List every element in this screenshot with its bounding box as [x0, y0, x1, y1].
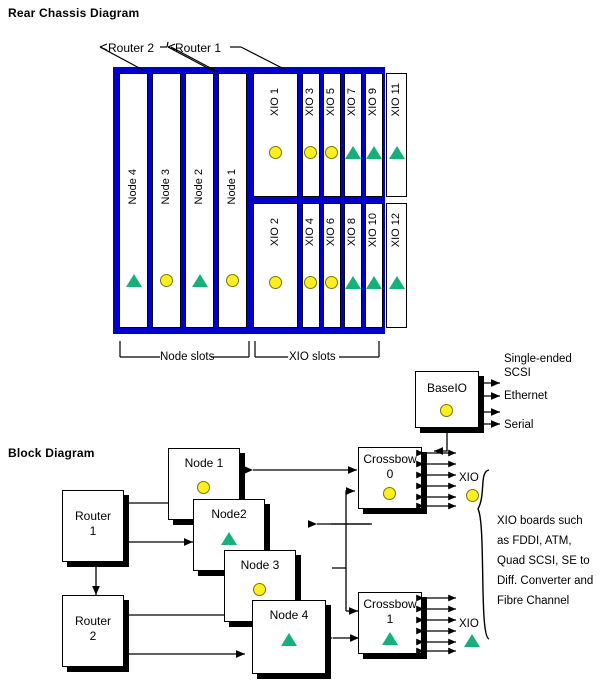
xio-note: XIO boards such as FDDI, ATM, Quad SCSI,… — [497, 511, 609, 611]
marker-triangle-icon — [382, 632, 398, 645]
chassis-slot-xio-11[interactable]: XIO 11 — [386, 73, 407, 197]
chassis-slot-label: Node 2 — [192, 169, 205, 205]
brace-label-node-slots: Node slots — [160, 351, 215, 363]
marker-triangle-icon — [388, 276, 405, 289]
marker-circle-icon — [304, 146, 317, 159]
xio-note-line: XIO boards such — [497, 515, 583, 527]
block-label: Node 3 — [240, 558, 280, 572]
chassis-slot-xio-2[interactable]: XIO 2 — [253, 203, 298, 328]
callout-label-router-2: Router 2 — [108, 41, 155, 55]
chassis-slot-xio-4[interactable]: XIO 4 — [302, 203, 320, 328]
block-label: Node 1 — [184, 456, 224, 470]
page-title-rear-chassis: Rear Chassis Diagram — [8, 6, 140, 20]
chassis-slot-label: XIO 2 — [268, 218, 281, 247]
marker-circle-icon — [253, 583, 266, 596]
marker-circle-icon — [268, 146, 282, 159]
xio-tag-label-bottom: XIO — [459, 618, 479, 630]
chassis-slot-label: XIO 6 — [325, 218, 337, 247]
chassis-slot-label: Node 1 — [225, 169, 238, 205]
marker-triangle-icon — [345, 146, 361, 159]
block-label-line2: 1 — [386, 612, 394, 626]
chassis-slot-xio-12[interactable]: XIO 12 — [386, 203, 407, 328]
chassis-slot-node-3[interactable]: Node 3 — [152, 73, 181, 328]
block-node-4[interactable]: Node 4 — [252, 600, 326, 674]
block-label: Router — [74, 614, 112, 628]
marker-circle-icon — [383, 487, 396, 500]
block-router-2[interactable]: Router 2 — [62, 595, 124, 667]
block-label: Crossbow — [363, 452, 417, 466]
callout-label-router-1: Router 1 — [175, 41, 222, 55]
marker-circle-icon — [466, 489, 479, 502]
marker-triangle-icon — [366, 146, 382, 159]
block-label: Router — [74, 509, 112, 523]
xio-note-line: as FDDI, ATM, — [497, 535, 572, 547]
chassis-slot-label: XIO 4 — [304, 218, 316, 247]
chassis-slot-label: XIO 7 — [346, 88, 358, 117]
block-label: BaseIO — [426, 381, 468, 395]
chassis-slot-label: XIO 5 — [325, 88, 337, 117]
marker-circle-icon — [440, 404, 453, 417]
block-router-1[interactable]: Router 1 — [62, 490, 124, 562]
chassis-slot-xio-9[interactable]: XIO 9 — [365, 73, 383, 197]
brace-label-xio-slots: XIO slots — [289, 351, 336, 363]
marker-circle-icon — [197, 481, 210, 494]
port-label-serial: Serial — [504, 419, 534, 431]
chassis-slot-xio-6[interactable]: XIO 6 — [323, 203, 341, 328]
chassis-slot-node-1[interactable]: Node 1 — [218, 73, 247, 328]
rear-chassis-frame: Node 4 Node 3 Node 2 Node 1 XIO 1 XIO 3 … — [113, 67, 407, 334]
block-crossbow-1[interactable]: Crossbow 1 — [358, 592, 422, 654]
chassis-slot-xio-3[interactable]: XIO 3 — [302, 73, 320, 197]
chassis-slot-xio-7[interactable]: XIO 7 — [344, 73, 362, 197]
marker-triangle-icon — [366, 276, 382, 289]
marker-triangle-icon — [388, 146, 405, 159]
marker-circle-icon — [325, 276, 338, 289]
chassis-slot-xio-10[interactable]: XIO 10 — [365, 203, 383, 328]
marker-triangle-icon — [281, 633, 297, 646]
marker-circle-icon — [159, 274, 173, 287]
chassis-slot-label: XIO 3 — [304, 88, 316, 117]
port-label-scsi-line2: SCSI — [504, 367, 531, 379]
block-label-line2: 1 — [89, 524, 97, 538]
marker-triangle-icon — [125, 274, 142, 287]
block-baseio[interactable]: BaseIO — [415, 371, 479, 428]
chassis-slot-label: XIO 9 — [367, 88, 379, 117]
marker-circle-icon — [304, 276, 317, 289]
chassis-slot-node-2[interactable]: Node 2 — [185, 73, 214, 328]
chassis-slot-label: Node 3 — [159, 169, 172, 205]
xio-note-line: Fibre Channel — [497, 595, 570, 607]
block-label: Node 4 — [269, 608, 309, 622]
xio-note-line: Quad SCSI, SE to — [497, 555, 590, 567]
port-label-ethernet: Ethernet — [504, 390, 548, 402]
chassis-slot-xio-5[interactable]: XIO 5 — [323, 73, 341, 197]
chassis-slot-xio-1[interactable]: XIO 1 — [253, 73, 298, 197]
block-label-line2: 0 — [386, 467, 394, 481]
marker-circle-icon — [268, 276, 282, 289]
chassis-slot-xio-8[interactable]: XIO 8 — [344, 203, 362, 328]
block-label-line2: 2 — [89, 629, 97, 643]
marker-triangle-icon — [464, 634, 480, 647]
chassis-slot-node-4[interactable]: Node 4 — [119, 73, 148, 328]
marker-triangle-icon — [345, 276, 361, 289]
chassis-slot-label: XIO 10 — [367, 213, 379, 248]
marker-triangle-icon — [191, 274, 208, 287]
chassis-slot-label: Node 4 — [126, 169, 139, 205]
marker-triangle-icon — [221, 532, 237, 545]
block-label: Crossbow — [363, 597, 417, 611]
xio-note-line: Diff. Converter and — [497, 575, 594, 587]
block-crossbow-0[interactable]: Crossbow 0 — [358, 447, 422, 509]
block-label: Node2 — [211, 507, 247, 521]
chassis-slot-label: XIO 11 — [389, 83, 402, 117]
chassis-slot-label: XIO 1 — [268, 88, 281, 117]
xio-tag-label-top: XIO — [459, 472, 479, 484]
marker-circle-icon — [325, 146, 338, 159]
chassis-slot-label: XIO 12 — [389, 213, 402, 248]
chassis-slot-label: XIO 8 — [346, 218, 358, 247]
page-title-block-diagram: Block Diagram — [8, 446, 95, 460]
marker-circle-icon — [225, 274, 239, 287]
